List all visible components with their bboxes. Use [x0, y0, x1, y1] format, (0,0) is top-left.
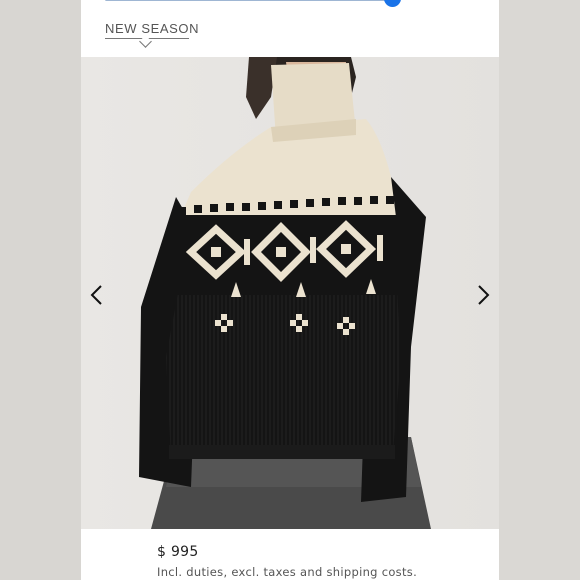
chevron-right-icon [478, 285, 490, 305]
price-note: Incl. duties, excl. taxes and shipping c… [157, 565, 418, 579]
next-image-button[interactable] [471, 283, 495, 307]
image-progress-fill [105, 0, 393, 1]
product-card: NEW SEASON $ 995 Incl. duties, excl. tax… [81, 0, 499, 580]
image-progress-track[interactable] [105, 0, 402, 7]
product-price: $ 995 [157, 544, 199, 560]
new-season-badge: NEW SEASON [105, 21, 200, 36]
product-image-gallery[interactable] [81, 57, 499, 529]
left-backdrop [0, 0, 81, 580]
image-progress-thumb[interactable] [384, 0, 402, 7]
previous-image-button[interactable] [85, 283, 109, 307]
product-image [81, 57, 499, 529]
chevron-left-icon [90, 285, 102, 305]
right-backdrop [499, 0, 580, 580]
